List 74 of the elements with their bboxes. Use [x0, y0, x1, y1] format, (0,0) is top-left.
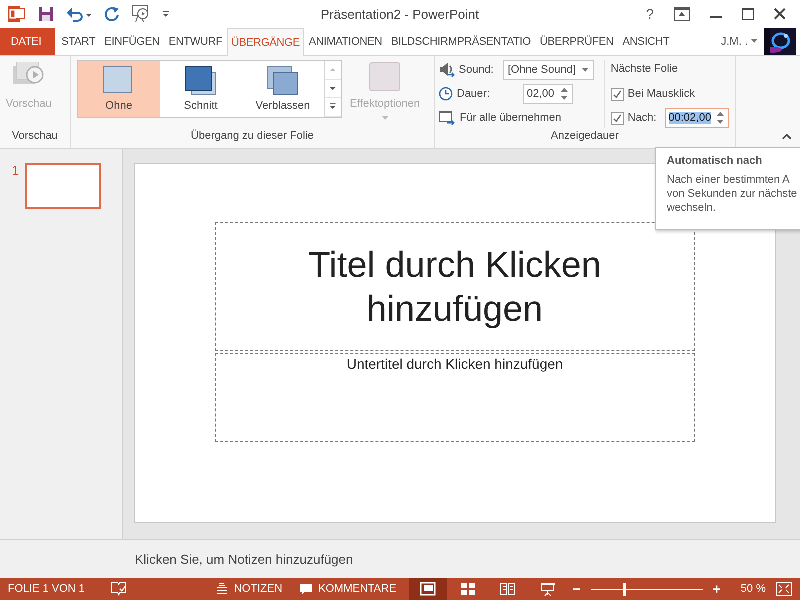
caret-icon — [382, 116, 389, 120]
notes-icon — [216, 583, 228, 595]
checkbox-label: Nach: — [628, 112, 657, 124]
sound-label: Sound: — [459, 64, 495, 76]
group-label: Anzeigedauer — [550, 130, 620, 144]
user-menu[interactable]: J.M. . — [718, 28, 751, 55]
slide-thumbnail[interactable] — [25, 163, 102, 209]
group-label: Übergang zu dieser Folie — [190, 130, 315, 144]
transition-option[interactable]: Verblassen — [242, 61, 324, 117]
ribbon-tab[interactable]: ANIMATIONEN — [304, 28, 386, 55]
spin-arrows-icon — [717, 111, 724, 125]
next-slide-heading: Nächste Folie — [610, 62, 680, 77]
maximize-icon[interactable] — [742, 8, 754, 20]
subtitle-placeholder[interactable]: Untertitel durch Klicken hinzufügen — [215, 353, 695, 442]
spellcheck-icon[interactable] — [111, 582, 128, 596]
duration-label: Dauer: — [457, 88, 492, 100]
collapse-ribbon-icon[interactable] — [782, 133, 792, 140]
apply-all-icon — [439, 110, 456, 126]
dropdown-caret-icon — [582, 68, 589, 72]
zoom-out-button[interactable]: − — [572, 581, 581, 597]
sorter-view-icon[interactable] — [460, 582, 476, 596]
zoom-slider-thumb[interactable] — [623, 582, 626, 596]
projector-screen-icon[interactable] — [540, 582, 556, 596]
ribbon-tab[interactable]: EINFÜGEN — [100, 28, 164, 55]
ribbon-tab[interactable]: ANSICHT — [618, 28, 674, 55]
normal-view-icon[interactable] — [420, 582, 436, 596]
comments-button[interactable]: KOMMENTARE — [298, 582, 397, 596]
tooltip-text: wechseln. — [667, 201, 717, 215]
slide-icon — [267, 66, 299, 96]
app-logo-icon[interactable] — [8, 5, 26, 23]
transition-option[interactable]: Schnitt — [160, 61, 242, 117]
checkbox[interactable] — [610, 112, 624, 124]
slide-number: 1 — [12, 163, 20, 178]
checkbox[interactable] — [610, 88, 624, 100]
ribbon-tab[interactable]: START — [58, 28, 100, 55]
help-button[interactable]: ? — [646, 6, 654, 22]
notes-button[interactable]: NOTIZEN — [216, 583, 283, 595]
fit-slide-icon[interactable] — [776, 582, 792, 596]
apply-all-button[interactable]: Für alle übernehmen — [439, 110, 562, 126]
tooltip-text: Nach einer bestimmten A — [667, 173, 791, 187]
effect-icon — [369, 62, 402, 92]
ribbon-tab[interactable]: ENTWURF — [164, 28, 226, 55]
transition-option[interactable]: Ohne — [78, 61, 160, 117]
comment-icon — [298, 582, 313, 596]
zoom-in-button[interactable]: + — [712, 581, 721, 597]
notes-field[interactable]: Klicken Sie, um Notizen hinzuzufügen — [135, 552, 354, 566]
ribbon-tab[interactable]: ÜBERPRÜFEN — [536, 28, 618, 55]
presenter-icon[interactable] — [132, 5, 150, 23]
sound-dropdown[interactable]: [Ohne Sound] — [503, 60, 594, 80]
close-icon[interactable] — [774, 8, 786, 20]
ribbon-display-icon[interactable] — [674, 7, 690, 21]
ribbon-tab[interactable]: BILDSCHIRMPRÄSENTATIO — [387, 28, 535, 55]
user-caret-icon[interactable] — [751, 39, 758, 44]
file-tab[interactable]: DATEI — [0, 28, 55, 55]
clock-icon — [439, 87, 453, 101]
book-icon[interactable] — [500, 582, 516, 596]
undo-icon[interactable] — [66, 6, 92, 22]
spin-arrows-icon — [560, 87, 568, 101]
group-label: Vorschau — [11, 130, 59, 144]
speaker-icon — [439, 62, 455, 78]
tooltip-title: Automatisch nach — [667, 155, 764, 167]
checkbox-label: Bei Mausklick — [628, 88, 696, 100]
slide-icon — [103, 66, 135, 96]
zoom-percent[interactable]: 50 % — [740, 583, 766, 595]
ribbon-tab[interactable]: ÜBERGÄNGE — [227, 28, 304, 56]
redo-icon[interactable] — [104, 6, 120, 22]
slide-icon — [185, 66, 217, 96]
tooltip-text: von Sekunden zur nächste — [667, 187, 798, 201]
customize-caret-icon[interactable] — [162, 9, 170, 19]
window-title: Präsentation2 - PowerPoint — [320, 7, 480, 22]
slide-info: FOLIE 1 VON 1 — [8, 583, 86, 595]
save-icon[interactable] — [38, 6, 54, 22]
after-spinner[interactable]: 00:02,00 — [664, 108, 730, 128]
duration-spinner[interactable]: 02,00 — [523, 84, 573, 104]
